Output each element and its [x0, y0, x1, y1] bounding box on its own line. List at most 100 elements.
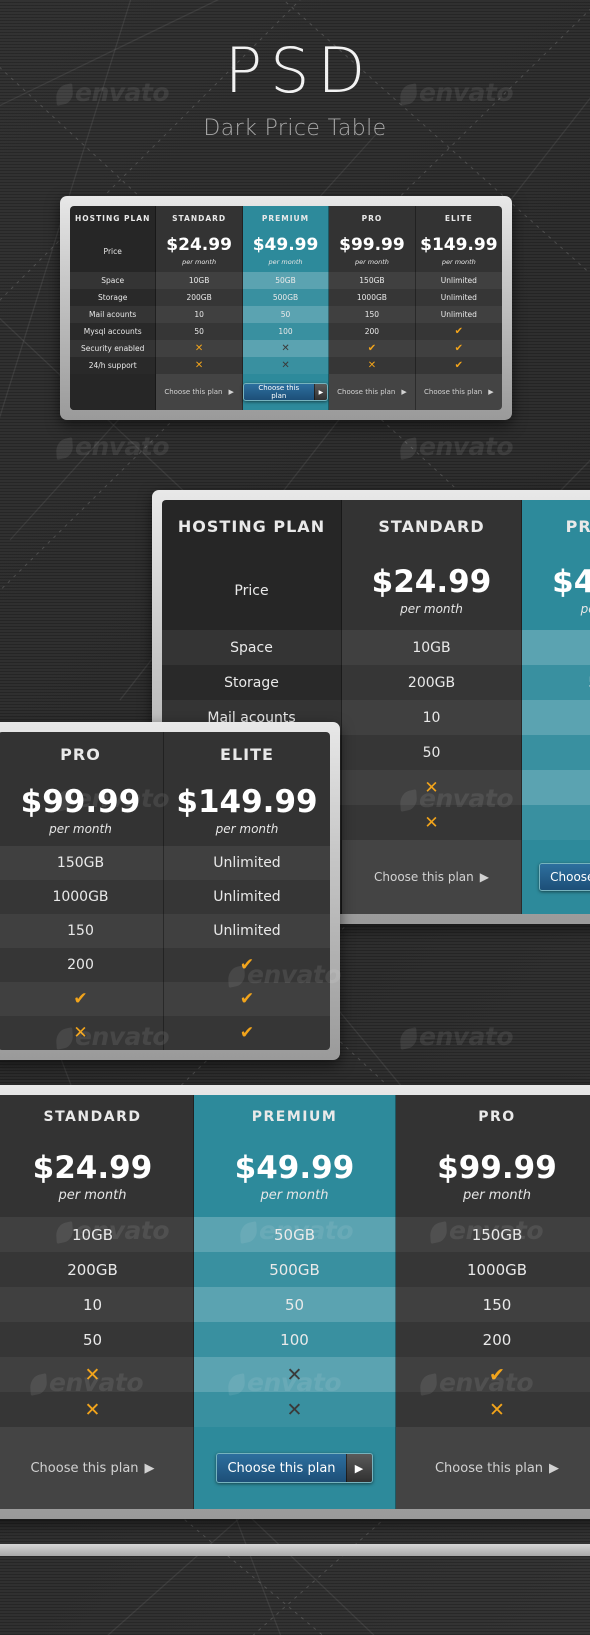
- plan-mysql: 50: [342, 735, 522, 770]
- plan-storage: Unlimited: [440, 293, 477, 302]
- plan-security: ✕: [0, 1357, 194, 1392]
- plan-space: Unlimited: [415, 272, 502, 289]
- cross-icon: ✕: [194, 360, 204, 371]
- cross-icon: ✕: [489, 1398, 505, 1421]
- cta-label: Choose this plan: [30, 1460, 139, 1476]
- plan-name: PRO: [329, 206, 416, 230]
- arrow-right-icon: ▶: [549, 1460, 560, 1476]
- plan-space: Unlimited: [164, 846, 330, 880]
- choose-plan-link[interactable]: Choose this plan ▶: [30, 1461, 154, 1476]
- plan-price-cell: $99.99 per month: [329, 230, 416, 272]
- plan-support: ✕: [396, 1392, 590, 1427]
- plan-support: ✕: [342, 805, 522, 840]
- plan-cta-cell[interactable]: Choose this plan ▶: [396, 1427, 590, 1509]
- plan-name: PREMIUM: [194, 1095, 396, 1139]
- cross-icon: ✕: [73, 1023, 88, 1043]
- choose-plan-link[interactable]: Choose this plan ▶: [164, 388, 234, 396]
- cross-icon: ✕: [84, 1363, 101, 1386]
- plan-price-cell: $149.99 per month: [164, 776, 330, 846]
- cross-icon: ✕: [286, 1398, 303, 1421]
- plan-mail: 150: [0, 914, 164, 948]
- row-label-price: Price: [234, 583, 269, 599]
- check-icon: ✔: [239, 989, 255, 1009]
- cross-icon: ✕: [424, 777, 439, 798]
- plan-security: ✕: [242, 340, 330, 357]
- plan-cta-cell[interactable]: Choose this plan ▶: [0, 1427, 194, 1509]
- plan-column-standard: STANDARD $24.99 per month 10GB 200GB 10 …: [156, 206, 243, 410]
- plan-mysql: 100: [242, 323, 330, 340]
- plan-name: PREMIUM: [243, 206, 330, 230]
- plan-period: per month: [260, 1188, 329, 1203]
- plan-price: $149.99: [176, 783, 318, 820]
- plan-support: ✕: [194, 1392, 396, 1427]
- plan-period: per month: [441, 257, 476, 266]
- plan-storage: 1000GB: [466, 1260, 528, 1279]
- plan-mysql: ✔: [416, 323, 502, 340]
- choose-plan-button[interactable]: Choose this plan ▶: [242, 383, 329, 401]
- plan-storage: 500GB: [242, 289, 330, 306]
- choose-plan-button[interactable]: Choose this plan ▶: [216, 1453, 373, 1483]
- plan-storage: 200GB: [0, 1252, 194, 1287]
- plan-support: ✕: [329, 357, 416, 374]
- plan-support: ✕: [0, 1392, 194, 1427]
- label-column-footer: [70, 374, 157, 410]
- plan-price-cell: $99.99 per month: [396, 1139, 590, 1217]
- choose-plan-link[interactable]: Choose this plan ▶: [435, 1461, 559, 1476]
- plan-cta-cell[interactable]: Choose this plan ▶: [156, 374, 243, 410]
- page-subtitle: Dark Price Table: [203, 116, 387, 141]
- plan-price: $99.99: [437, 1150, 557, 1186]
- plan-cta-cell[interactable]: Choose this plan ▶: [342, 840, 522, 914]
- plan-price-cell: $49.99 per month: [194, 1139, 396, 1217]
- cta-label: Choose this plan: [217, 1454, 346, 1482]
- plan-name: ELITE: [220, 744, 274, 764]
- panel-frame: STANDARD $24.99 per month 10GB 200GB 10 …: [0, 1085, 590, 1519]
- cross-icon: ✕: [194, 343, 204, 354]
- row-label-storage: Storage: [162, 665, 342, 700]
- arrow-right-icon: ▶: [479, 870, 489, 884]
- plan-name: PRO: [478, 1109, 516, 1125]
- choose-plan-link[interactable]: Choose this plan ▶: [424, 388, 494, 396]
- plan-mail: Unlimited: [164, 914, 330, 948]
- plan-mysql: 100: [194, 1322, 396, 1357]
- plan-mail: 50: [522, 700, 590, 735]
- check-icon: ✔: [489, 1363, 505, 1386]
- arrow-right-icon: ▶: [313, 384, 328, 400]
- plan-price: $49.99: [252, 234, 319, 255]
- plan-cta-cell[interactable]: Choose this plan ▶: [194, 1427, 396, 1509]
- plan-security: ✔: [164, 982, 330, 1016]
- choose-plan-link[interactable]: Choose this plan ▶: [374, 870, 489, 884]
- choose-plan-button[interactable]: Choose this plan ▶: [539, 863, 590, 891]
- plan-column-elite: ELITE $149.99 per month Unlimited Unlimi…: [164, 732, 330, 1050]
- plan-support: ✕: [156, 357, 243, 374]
- plan-storage: 1000GB: [329, 289, 416, 306]
- plan-period: per month: [49, 821, 112, 836]
- plan-period: per month: [463, 1188, 531, 1203]
- plan-column-standard: STANDARD $24.99 per month 10GB 200GB 10 …: [0, 1095, 194, 1509]
- plan-space: 150GB: [396, 1217, 590, 1252]
- choose-plan-link[interactable]: Choose this plan ▶: [337, 388, 407, 396]
- plan-name: ELITE: [444, 213, 473, 223]
- plan-period: per month: [580, 601, 590, 616]
- plan-cta-cell[interactable]: Choose this plan ▶: [522, 840, 590, 914]
- plan-mysql: 50: [0, 1322, 194, 1357]
- plan-security: ✔: [0, 982, 164, 1016]
- plan-cta-cell[interactable]: Choose this plan ▶: [415, 374, 502, 410]
- plan-cta-cell[interactable]: Choose this plan ▶: [242, 374, 330, 410]
- plan-column-pro: PRO $99.99 per month 150GB 1000GB 150 20…: [396, 1095, 590, 1509]
- plan-cta-cell[interactable]: Choose this plan ▶: [329, 374, 416, 410]
- plan-column-pro: PRO $99.99 per month 150GB 1000GB 150 20…: [0, 732, 164, 1050]
- plan-storage: 1000GB: [0, 880, 164, 914]
- panel-frame: PRO $99.99 per month 150GB 1000GB 150 20…: [0, 722, 340, 1060]
- pricing-table: HOSTING PLAN Price Space Storage Mail ac…: [70, 206, 502, 410]
- cross-icon: ✕: [424, 812, 439, 833]
- plan-space: 10GB: [0, 1217, 194, 1252]
- plan-mail: 50: [194, 1287, 396, 1322]
- pricing-table-bottom: STANDARD $24.99 per month 10GB 200GB 10 …: [0, 1085, 590, 1519]
- feature-label-column: HOSTING PLAN Price Space Storage Mail ac…: [70, 206, 157, 410]
- row-label-support: 24/h support: [70, 357, 157, 374]
- plan-price-cell: $24.99 per month: [0, 1139, 194, 1217]
- row-label-hosting-plan: HOSTING PLAN: [70, 206, 157, 230]
- plan-mail: 150: [396, 1287, 590, 1322]
- watermark: envato: [400, 432, 514, 461]
- page-title: PSD: [224, 34, 374, 107]
